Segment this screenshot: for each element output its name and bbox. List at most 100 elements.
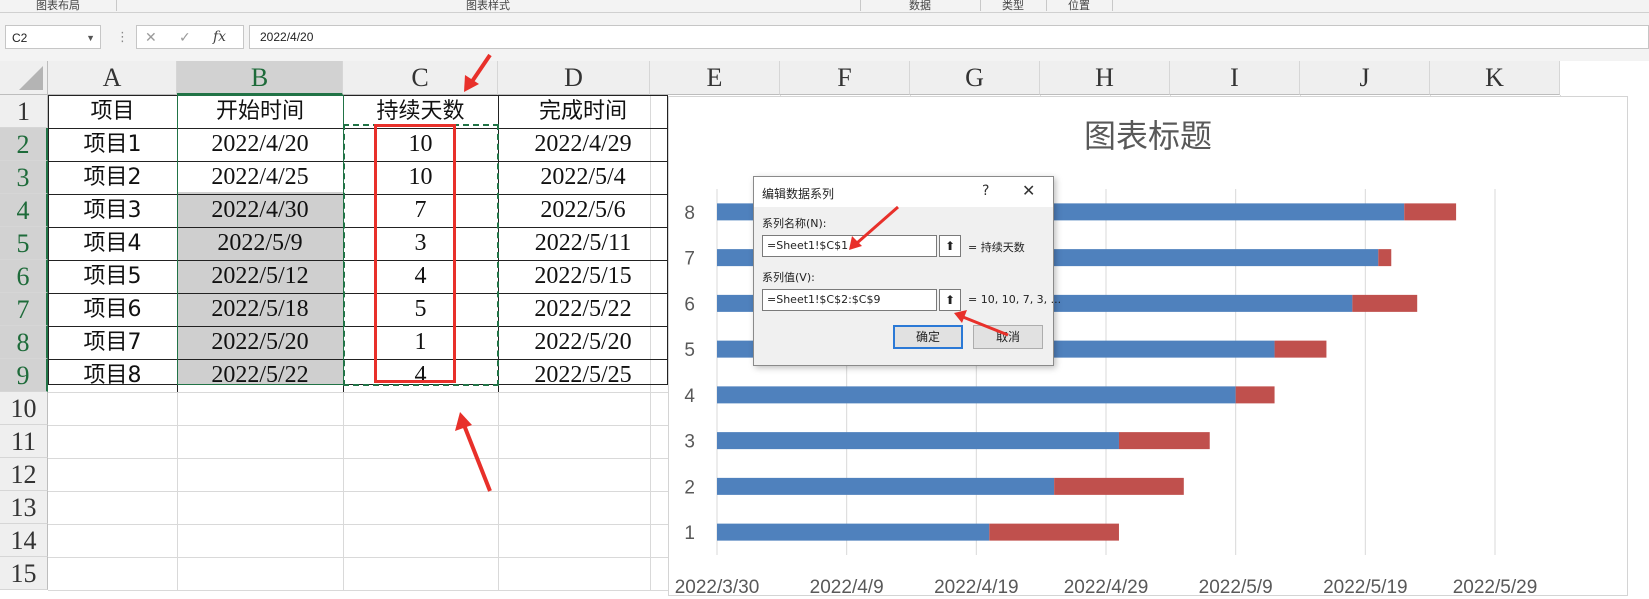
row-header-12[interactable]: 12: [0, 458, 48, 491]
series-name-label: 系列名称(N):: [762, 217, 827, 230]
series-values-result: = 10, 10, 7, 3, ...: [968, 293, 1062, 306]
table-cell[interactable]: 项目1: [48, 128, 177, 161]
more-options-icon[interactable]: ⋮: [116, 29, 129, 45]
table-cell[interactable]: 项目8: [48, 359, 177, 392]
table-cell[interactable]: 项目2: [48, 161, 177, 194]
bar-start-1: [717, 523, 990, 541]
row-header-13[interactable]: 13: [0, 491, 48, 524]
row-header-2[interactable]: 2: [0, 128, 48, 161]
y-tick-label: 3: [684, 432, 695, 453]
grid-hline: [48, 590, 668, 591]
help-icon[interactable]: ?: [982, 183, 989, 199]
table-cell[interactable]: 2022/5/4: [498, 161, 668, 194]
table-cell[interactable]: 项目6: [48, 293, 177, 326]
formula-bar: C2 ▼ ⋮ ✕ ✓ fx 2022/4/20: [0, 13, 1649, 61]
y-tick-label: 8: [684, 203, 695, 224]
table-cell[interactable]: 2022/5/20: [498, 326, 668, 359]
x-tick-label: 2022/4/19: [934, 577, 1019, 597]
bar-start-2: [717, 477, 1055, 495]
row-header-3[interactable]: 3: [0, 161, 48, 194]
column-header-k[interactable]: K: [1430, 61, 1560, 95]
column-header-b[interactable]: B: [177, 61, 343, 95]
table-cell[interactable]: 2022/4/29: [498, 128, 668, 161]
formula-input[interactable]: 2022/4/20: [249, 25, 1649, 49]
row-header-15[interactable]: 15: [0, 557, 48, 590]
ribbon-group-chart-layout: 图表布局: [0, 0, 117, 12]
row-header-7[interactable]: 7: [0, 293, 48, 326]
table-cell[interactable]: 项目5: [48, 260, 177, 293]
bar-duration-6: [1352, 294, 1418, 312]
series-name-input[interactable]: =Sheet1!$C$1: [762, 235, 937, 257]
table-cell[interactable]: 2022/5/22: [498, 293, 668, 326]
close-icon[interactable]: ✕: [1022, 181, 1035, 200]
row-header-8[interactable]: 8: [0, 326, 48, 359]
grid-hline: [48, 425, 668, 426]
select-all-button[interactable]: [0, 61, 48, 95]
enter-icon[interactable]: ✓: [179, 29, 191, 46]
table-cell[interactable]: 2022/5/11: [498, 227, 668, 260]
y-tick-label: 4: [684, 386, 695, 407]
x-tick-label: 2022/5/29: [1453, 577, 1538, 597]
grid-hline: [48, 458, 668, 459]
column-header-g[interactable]: G: [910, 61, 1040, 95]
table-cell[interactable]: 项目7: [48, 326, 177, 359]
name-box-value: C2: [12, 31, 28, 45]
x-tick-label: 2022/5/19: [1323, 577, 1408, 597]
column-header-f[interactable]: F: [780, 61, 910, 95]
name-box[interactable]: C2 ▼: [5, 25, 101, 49]
bar-duration-2: [1054, 477, 1184, 495]
column-header-c[interactable]: C: [343, 61, 498, 95]
cancel-icon[interactable]: ✕: [145, 29, 157, 46]
table-cell[interactable]: 2022/5/25: [498, 359, 668, 392]
highlight-box-c: [374, 124, 456, 383]
bar-duration-5: [1274, 340, 1327, 358]
row-header-9[interactable]: 9: [0, 359, 48, 392]
series-name-result: = 持续天数: [968, 241, 1025, 254]
bar-duration-4: [1235, 386, 1275, 404]
column-header-h[interactable]: H: [1040, 61, 1170, 95]
grid-hline: [48, 392, 668, 393]
ribbon-group-labels: 图表布局 图表样式 数据 类型 位置: [0, 0, 1649, 13]
grid-hline: [48, 524, 668, 525]
table-cell[interactable]: 项目3: [48, 194, 177, 227]
table-cell[interactable]: 项目4: [48, 227, 177, 260]
dialog-titlebar: 编辑数据系列 ? ✕: [754, 177, 1053, 207]
row-header-1[interactable]: 1: [0, 95, 48, 128]
row-header-4[interactable]: 4: [0, 194, 48, 227]
row-header-14[interactable]: 14: [0, 524, 48, 557]
row-header-6[interactable]: 6: [0, 260, 48, 293]
y-tick-label: 6: [684, 294, 695, 315]
column-header-e[interactable]: E: [650, 61, 780, 95]
ribbon-group-type: 类型: [980, 0, 1047, 12]
chevron-down-icon[interactable]: ▼: [86, 26, 95, 50]
ok-button[interactable]: 确定: [893, 325, 963, 349]
column-header-i[interactable]: I: [1170, 61, 1300, 95]
x-tick-label: 2022/4/29: [1064, 577, 1149, 597]
collapse-dialog-icon[interactable]: ⬆: [939, 289, 961, 311]
selection-border-b: [177, 95, 344, 385]
header-cell[interactable]: 项目: [48, 95, 177, 128]
x-tick-label: 2022/5/9: [1199, 577, 1273, 597]
formula-buttons: ✕ ✓ fx: [136, 25, 244, 49]
y-tick-label: 1: [684, 523, 695, 544]
x-tick-label: 2022/4/9: [810, 577, 884, 597]
edit-series-dialog: 编辑数据系列 ? ✕ 系列名称(N): =Sheet1!$C$1 ⬆ = 持续天…: [753, 176, 1061, 366]
cancel-button[interactable]: 取消: [973, 325, 1043, 349]
bar-duration-1: [989, 523, 1119, 541]
collapse-dialog-icon[interactable]: ⬆: [939, 235, 961, 257]
ribbon-group-chart-styles: 图表样式: [116, 0, 861, 12]
header-cell[interactable]: 完成时间: [498, 95, 668, 128]
x-tick-label: 2022/3/30: [675, 577, 760, 597]
column-header-d[interactable]: D: [498, 61, 650, 95]
bar-duration-8: [1404, 203, 1457, 221]
column-header-a[interactable]: A: [48, 61, 177, 95]
table-cell[interactable]: 2022/5/15: [498, 260, 668, 293]
row-header-5[interactable]: 5: [0, 227, 48, 260]
insert-function-icon[interactable]: fx: [213, 29, 226, 45]
row-header-10[interactable]: 10: [0, 392, 48, 425]
row-header-11[interactable]: 11: [0, 425, 48, 458]
y-tick-label: 2: [684, 477, 695, 498]
table-cell[interactable]: 2022/5/6: [498, 194, 668, 227]
series-values-input[interactable]: =Sheet1!$C$2:$C$9: [762, 289, 937, 311]
column-header-j[interactable]: J: [1300, 61, 1430, 95]
